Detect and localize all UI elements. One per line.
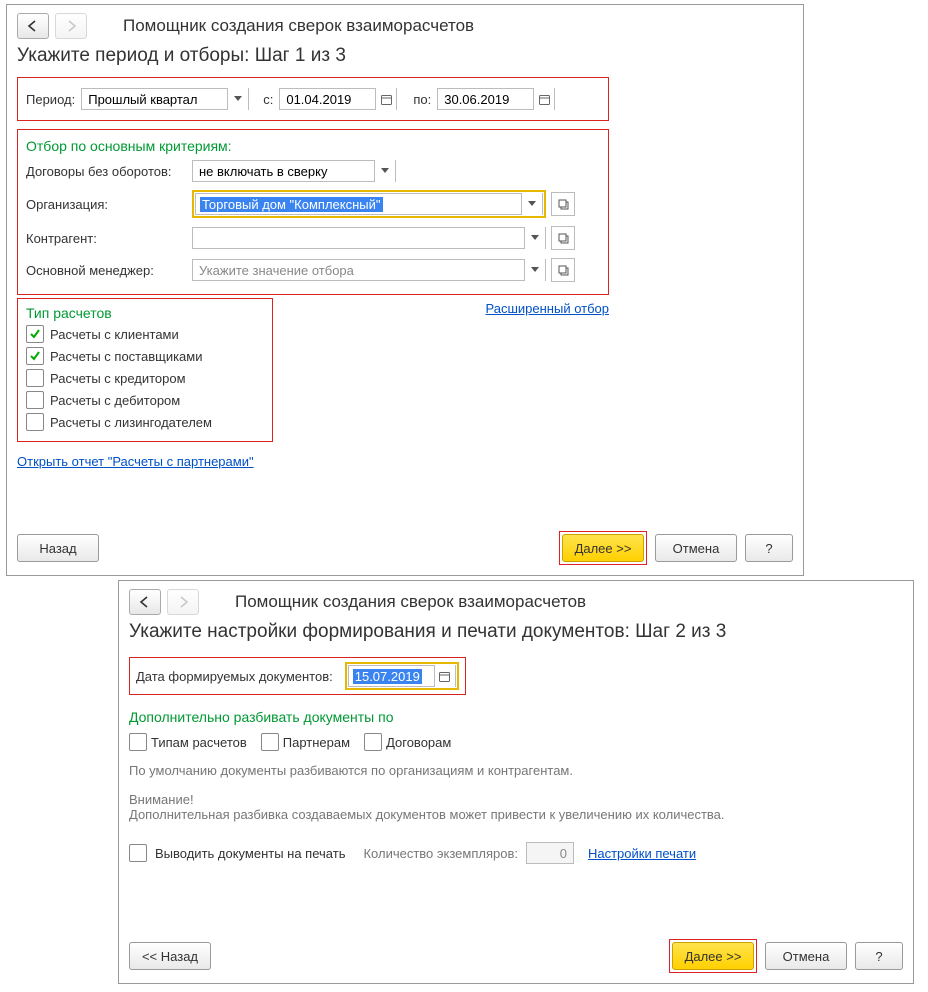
dropdown-icon[interactable] — [524, 227, 545, 249]
open-reference-icon[interactable] — [551, 226, 575, 250]
open-report-link[interactable]: Открыть отчет "Расчеты с партнерами" — [17, 454, 254, 469]
manager-input[interactable] — [192, 259, 546, 281]
nav-back-button[interactable] — [129, 589, 161, 615]
calc-type-checkbox[interactable] — [26, 413, 44, 431]
step-heading: Укажите период и отборы: Шаг 1 из 3 — [17, 45, 793, 67]
doc-date-input[interactable]: 15.07.2019 — [348, 665, 456, 687]
period-select[interactable] — [81, 88, 249, 110]
copies-input — [527, 843, 573, 863]
contracts-label: Договоры без оборотов: — [26, 164, 186, 179]
open-reference-icon[interactable] — [551, 192, 575, 216]
back-button[interactable]: << Назад — [129, 942, 211, 970]
dropdown-icon[interactable] — [374, 160, 395, 182]
types-header: Тип расчетов — [26, 305, 264, 321]
calendar-icon[interactable] — [533, 88, 554, 110]
cancel-button[interactable]: Отмена — [765, 942, 847, 970]
nav-back-button[interactable] — [17, 13, 49, 39]
calc-type-checkbox[interactable] — [26, 325, 44, 343]
period-label: Период: — [26, 92, 75, 107]
help-button[interactable]: ? — [855, 942, 903, 970]
nav-forward-button — [55, 13, 87, 39]
manager-label: Основной менеджер: — [26, 263, 186, 278]
copies-label: Количество экземпляров: — [363, 846, 518, 861]
split-checkbox[interactable] — [129, 733, 147, 751]
calc-type-checkbox[interactable] — [26, 347, 44, 365]
calc-type-label: Расчеты с лизингодателем — [50, 415, 212, 430]
calc-type-label: Расчеты с поставщиками — [50, 349, 203, 364]
doc-date-label: Дата формируемых документов: — [136, 669, 333, 684]
split-header: Дополнительно разбивать документы по — [129, 709, 903, 725]
criteria-header: Отбор по основным критериям: — [26, 138, 600, 154]
split-checkbox-label: Типам расчетов — [151, 735, 247, 750]
calc-type-checkbox[interactable] — [26, 391, 44, 409]
to-label: по: — [413, 92, 431, 107]
split-note: По умолчанию документы разбиваются по ор… — [129, 763, 903, 778]
print-settings-link[interactable]: Настройки печати — [588, 846, 696, 861]
counterparty-label: Контрагент: — [26, 231, 186, 246]
next-button[interactable]: Далее >> — [672, 942, 754, 970]
cancel-button[interactable]: Отмена — [655, 534, 737, 562]
counterparty-input[interactable] — [192, 227, 546, 249]
period-dropdown-icon[interactable] — [227, 88, 248, 110]
help-button[interactable]: ? — [745, 534, 793, 562]
next-button[interactable]: Далее >> — [562, 534, 644, 562]
date-from-input[interactable] — [279, 88, 397, 110]
calendar-icon[interactable] — [375, 88, 396, 110]
print-checkbox-label: Выводить документы на печать — [155, 846, 345, 861]
window-title: Помощник создания сверок взаиморасчетов — [123, 16, 474, 36]
date-to-input[interactable] — [437, 88, 555, 110]
calc-type-label: Расчеты с дебитором — [50, 393, 180, 408]
warning-line-1: Внимание! — [129, 792, 903, 807]
from-label: с: — [263, 92, 273, 107]
window-title: Помощник создания сверок взаиморасчетов — [235, 592, 586, 612]
split-checkbox-label: Договорам — [386, 735, 451, 750]
step-heading: Укажите настройки формирования и печати … — [129, 621, 903, 643]
org-label: Организация: — [26, 197, 186, 212]
calc-type-label: Расчеты с клиентами — [50, 327, 179, 342]
calc-type-label: Расчеты с кредитором — [50, 371, 186, 386]
warning-line-2: Дополнительная разбивка создаваемых доку… — [129, 807, 903, 822]
back-button[interactable]: Назад — [17, 534, 99, 562]
calendar-icon[interactable] — [434, 665, 455, 687]
open-reference-icon[interactable] — [551, 258, 575, 282]
split-checkbox[interactable] — [261, 733, 279, 751]
print-checkbox[interactable] — [129, 844, 147, 862]
split-checkbox[interactable] — [364, 733, 382, 751]
dropdown-icon[interactable] — [521, 193, 542, 215]
dropdown-icon[interactable] — [524, 259, 545, 281]
extended-filter-link[interactable]: Расширенный отбор — [486, 301, 610, 316]
nav-forward-button — [167, 589, 199, 615]
split-checkbox-label: Партнерам — [283, 735, 350, 750]
org-input[interactable]: Торговый дом "Комплексный" — [195, 193, 543, 215]
calc-type-checkbox[interactable] — [26, 369, 44, 387]
contracts-select[interactable] — [192, 160, 396, 182]
